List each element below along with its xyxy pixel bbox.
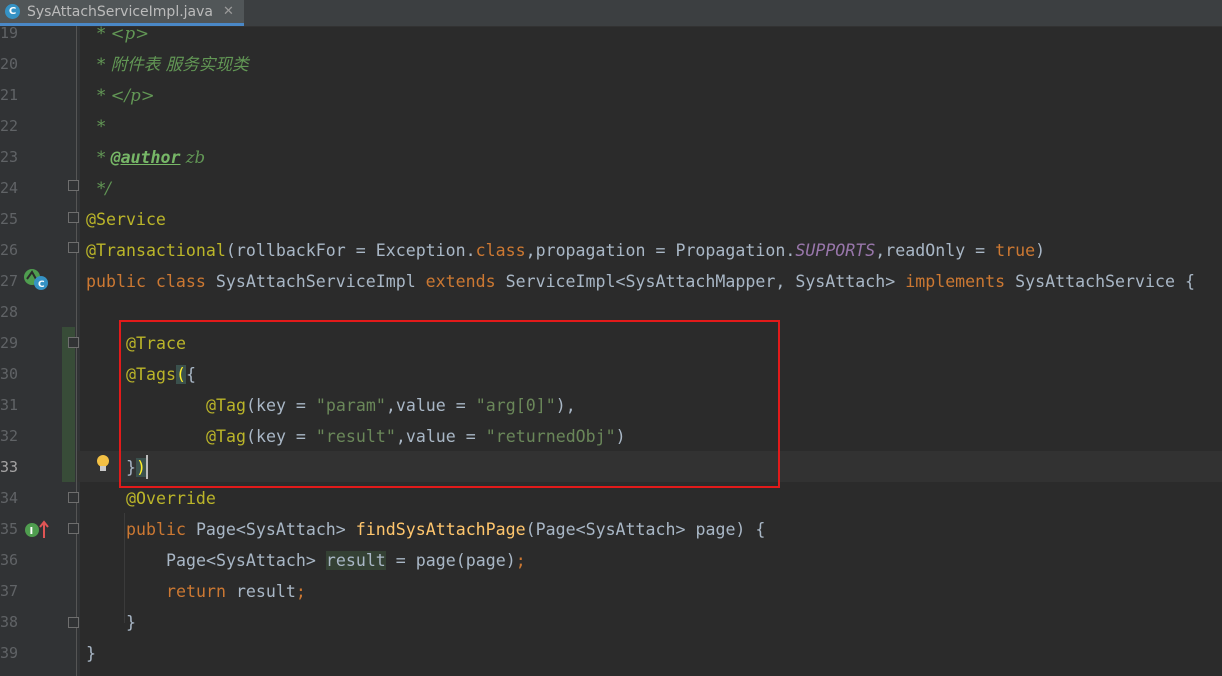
line-code: * </p> — [97, 86, 155, 105]
line-number: 21 — [0, 86, 19, 104]
line-number: 27 — [0, 272, 19, 290]
fold-icon[interactable] — [68, 242, 79, 253]
line-number: 19 — [0, 24, 19, 42]
line-number: 35 — [0, 520, 19, 538]
svg-text:I: I — [30, 526, 34, 537]
highlight-annotation-box — [119, 320, 780, 488]
line-number: 30 — [0, 365, 19, 383]
code-line: 37 return result; — [0, 576, 1222, 607]
line-code: } — [86, 644, 96, 663]
fold-icon[interactable] — [68, 492, 79, 503]
code-line: 23 * @author zb — [0, 142, 1222, 173]
line-number: 39 — [0, 644, 19, 662]
line-number: 36 — [0, 551, 19, 569]
java-class-icon: C — [5, 4, 20, 19]
code-line: 36 Page<SysAttach> result = page(page); — [0, 545, 1222, 576]
line-number: 25 — [0, 210, 19, 228]
line-code: * @author zb — [97, 148, 206, 167]
code-line: 22 * — [0, 111, 1222, 142]
line-number: 32 — [0, 427, 19, 445]
line-number: 31 — [0, 396, 19, 414]
line-code: } — [126, 613, 136, 632]
line-number: 24 — [0, 179, 19, 197]
line-number: 28 — [0, 303, 19, 321]
fold-icon[interactable] — [68, 212, 79, 223]
intention-bulb-icon[interactable] — [94, 453, 112, 475]
code-line: 20 * 附件表 服务实现类 — [0, 49, 1222, 80]
close-tab-icon[interactable]: ✕ — [223, 4, 234, 19]
code-line: 21 * </p> — [0, 80, 1222, 111]
line-number: 33 — [0, 458, 19, 476]
line-code: * <p> — [97, 24, 150, 43]
line-code: * 附件表 服务实现类 — [97, 55, 249, 74]
line-code: @Transactional(rollbackFor = Exception.c… — [86, 241, 1046, 260]
line-number: 29 — [0, 334, 19, 352]
class-run-icon[interactable]: C — [22, 266, 50, 292]
line-number: 37 — [0, 582, 19, 600]
line-code: public class SysAttachServiceImpl extend… — [86, 272, 1195, 291]
line-number: 20 — [0, 55, 19, 73]
fold-icon[interactable] — [68, 523, 79, 534]
svg-text:C: C — [38, 280, 45, 290]
line-number: 38 — [0, 613, 19, 631]
code-line: 24 */ — [0, 173, 1222, 204]
line-code: */ — [97, 179, 111, 198]
code-line: 38 } — [0, 607, 1222, 638]
fold-icon[interactable] — [68, 180, 79, 191]
line-code: @Service — [86, 210, 166, 229]
line-code: public Page<SysAttach> findSysAttachPage… — [126, 520, 766, 539]
line-number: 34 — [0, 489, 19, 507]
implements-method-icon[interactable]: I — [23, 518, 51, 542]
code-line: 19 * <p> — [0, 18, 1222, 49]
line-code: * — [97, 117, 106, 136]
line-code: Page<SysAttach> result = page(page); — [166, 551, 526, 570]
code-line: 35 public Page<SysAttach> findSysAttachP… — [0, 514, 1222, 545]
code-line: 39 } — [0, 638, 1222, 669]
code-line: 27 public class SysAttachServiceImpl ext… — [0, 266, 1222, 297]
line-number: 26 — [0, 241, 19, 259]
code-line: 26 @Transactional(rollbackFor = Exceptio… — [0, 235, 1222, 266]
fold-icon[interactable] — [68, 617, 79, 628]
fold-icon[interactable] — [68, 337, 79, 348]
code-line: 25 @Service — [0, 204, 1222, 235]
line-number: 22 — [0, 117, 19, 135]
line-code: return result; — [166, 582, 306, 601]
line-number: 23 — [0, 148, 19, 166]
